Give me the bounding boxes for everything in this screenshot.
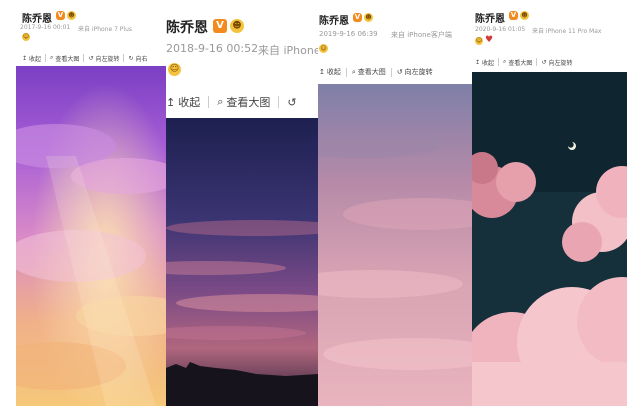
rotate-left-label: 向左旋转 — [548, 59, 573, 67]
post-timestamp[interactable]: 2018-9-16 00:52 — [166, 42, 258, 55]
rotate-left-button[interactable]: ↺ — [287, 96, 296, 109]
weibo-post-2018: 陈乔恩 V ☻ 2018-9-16 00:52 来自 iPhone ☺ ↥ 收起… — [166, 0, 318, 406]
post-source: 来自 iPhone客户端 — [391, 31, 452, 39]
image-toolbar: ↥ 收起 ⌕ 查看大图 ↺ 向左旋转 — [472, 56, 627, 68]
heart-icon: ♥ — [485, 35, 494, 45]
author-name[interactable]: 陈乔恩 — [22, 10, 52, 25]
collapse-icon: ↥ — [166, 95, 176, 109]
rotate-left-label: 向左旋转 — [95, 55, 120, 63]
reaction-emoji-icon: ☺ — [475, 37, 483, 45]
toolbar-divider — [208, 96, 210, 108]
emoji-icon: ☻ — [364, 13, 373, 22]
image-toolbar: ↥ 收起 ⌕ 查看大图 ↺ — [166, 94, 318, 110]
weibo-post-2020: 陈乔恩 V ☻ 2020-9-16 01:05 来自 iPhone 11 Pro… — [472, 0, 627, 406]
reaction-emoji-icon: ☺ — [22, 33, 30, 41]
view-large-label: 查看大图 — [357, 68, 386, 76]
post-header: 陈乔恩 V ☻ 2018-9-16 00:52 来自 iPhone ☺ ↥ 收起… — [166, 0, 318, 118]
rotate-right-button[interactable]: ↻ 向右 — [128, 54, 147, 63]
photo-image — [166, 118, 318, 406]
post-source: 来自 iPhone — [258, 44, 318, 57]
rotate-left-icon: ↺ — [287, 95, 297, 109]
view-large-label: 查看大图 — [508, 59, 533, 67]
post-header: 陈乔恩 V ☻ 2017-9-16 00:01 来自 iPhone 7 Plus… — [16, 0, 166, 68]
photo-image — [472, 72, 627, 406]
collapse-button[interactable]: ↥ 收起 — [166, 94, 200, 110]
collapse-label: 收起 — [178, 96, 201, 109]
emoji-icon: ☻ — [520, 11, 529, 20]
zoom-icon: ⌕ — [50, 54, 54, 61]
rotate-left-button[interactable]: ↺ 向左旋转 — [397, 67, 433, 77]
sunset-photo-pink-sky[interactable] — [313, 84, 473, 406]
toolbar-divider — [345, 67, 347, 77]
toolbar-divider — [45, 54, 47, 62]
weibo-post-2019: 陈乔恩 V ☻ 2019-9-16 06:39 来自 iPhone客户端 ☺ ↥… — [313, 0, 473, 406]
verified-badge: V — [509, 11, 518, 20]
post-header: 陈乔恩 V ☻ 2020-9-16 01:05 来自 iPhone 11 Pro… — [472, 0, 627, 72]
view-large-button[interactable]: ⌕ 查看大图 — [352, 67, 386, 77]
toolbar-divider — [278, 96, 280, 108]
toolbar-divider — [83, 54, 85, 62]
verified-badge: V — [213, 19, 227, 33]
toolbar-divider — [390, 67, 392, 77]
collapse-icon: ↥ — [475, 58, 481, 66]
emoji-icon: ☻ — [67, 11, 76, 20]
toolbar-divider — [498, 58, 500, 66]
view-large-button[interactable]: ⌕ 查看大图 — [217, 94, 270, 110]
photo-image — [313, 84, 473, 406]
collapse-button[interactable]: ↥ 收起 — [22, 54, 41, 63]
author-name[interactable]: 陈乔恩 — [319, 12, 349, 27]
reaction-emoji-icon: ☺ — [319, 44, 328, 53]
collapse-label: 收起 — [29, 55, 42, 63]
zoom-icon: ⌕ — [351, 67, 356, 76]
rotate-left-icon: ↺ — [396, 68, 403, 76]
collapse-label: 收起 — [326, 68, 341, 76]
reaction-emoji-icon: ☺ — [168, 63, 181, 76]
rotate-left-icon: ↺ — [88, 54, 94, 62]
post-timestamp[interactable]: 2017-9-16 00:01 — [20, 24, 70, 31]
photo-image — [16, 66, 166, 406]
zoom-icon: ⌕ — [503, 58, 507, 65]
rotate-left-button[interactable]: ↺ 向左旋转 — [541, 58, 572, 67]
toolbar-divider — [123, 54, 125, 62]
collapse-button[interactable]: ↥ 收起 — [475, 58, 494, 67]
view-large-label: 查看大图 — [55, 55, 80, 63]
rotate-left-button[interactable]: ↺ 向左旋转 — [88, 54, 119, 63]
post-source: 来自 iPhone 7 Plus — [78, 26, 133, 33]
author-name[interactable]: 陈乔恩 — [475, 10, 505, 25]
post-timestamp[interactable]: 2020-9-16 01:05 — [475, 26, 525, 33]
view-large-button[interactable]: ⌕ 查看大图 — [503, 58, 532, 67]
rotate-right-label: 向右 — [135, 55, 148, 63]
weibo-post-2017: 陈乔恩 V ☻ 2017-9-16 00:01 来自 iPhone 7 Plus… — [16, 0, 166, 406]
verified-badge: V — [353, 13, 362, 22]
post-source: 来自 iPhone 11 Pro Max — [532, 28, 602, 35]
view-large-button[interactable]: ⌕ 查看大图 — [50, 54, 79, 63]
post-timestamp[interactable]: 2019-9-16 06:39 — [319, 30, 378, 38]
collapse-button[interactable]: ↥ 收起 — [319, 67, 341, 77]
collapse-label: 收起 — [482, 59, 495, 67]
image-toolbar: ↥ 收起 ⌕ 查看大图 ↺ 向左旋转 — [313, 66, 473, 78]
rotate-left-icon: ↺ — [541, 58, 547, 66]
image-toolbar: ↥ 收起 ⌕ 查看大图 ↺ 向左旋转 ↻ 向右 — [16, 52, 166, 64]
dusk-photo-dark-clouds[interactable] — [166, 118, 318, 406]
rotate-right-icon: ↻ — [128, 54, 134, 62]
night-photo-pink-clouds[interactable] — [472, 72, 627, 406]
emoji-icon: ☻ — [230, 19, 244, 33]
post-header: 陈乔恩 V ☻ 2019-9-16 06:39 来自 iPhone客户端 ☺ ↥… — [313, 0, 473, 84]
collapse-icon: ↥ — [319, 68, 325, 76]
view-large-label: 查看大图 — [226, 96, 271, 109]
toolbar-divider — [536, 58, 538, 66]
verified-badge: V — [56, 11, 65, 20]
rotate-left-label: 向左旋转 — [404, 68, 433, 76]
zoom-icon: ⌕ — [217, 95, 224, 108]
sunset-photo-purple-clouds[interactable] — [16, 66, 166, 406]
collapse-icon: ↥ — [22, 54, 28, 62]
author-name[interactable]: 陈乔恩 — [166, 17, 208, 37]
